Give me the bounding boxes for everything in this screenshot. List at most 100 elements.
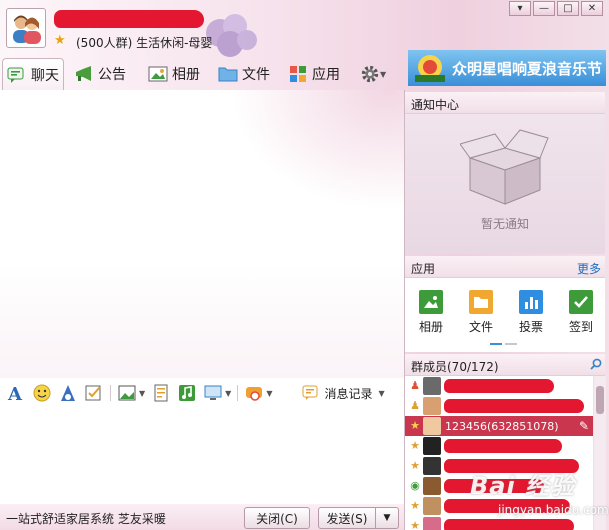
tab-album-label: 相册 [172, 67, 200, 83]
member-name-redacted [444, 379, 554, 393]
window-minimize-button[interactable]: — [533, 1, 555, 16]
history-chevron-icon: ▼ [378, 388, 385, 398]
app-checkin[interactable]: 签到 [559, 290, 603, 335]
owner-badge-icon: ♟ [410, 379, 420, 392]
group-gift-icon[interactable] [244, 383, 264, 403]
app-files[interactable]: 文件 [459, 290, 503, 335]
member-row[interactable]: ★ [405, 516, 593, 530]
member-name-redacted [444, 519, 574, 530]
promo-banner[interactable]: 众明星唱响夏浪音乐节 [408, 50, 606, 86]
avatar [423, 377, 441, 395]
tab-files-label: 文件 [242, 67, 270, 83]
apps-icon [288, 65, 308, 83]
message-input[interactable] [0, 408, 404, 504]
star-icon: ★ [410, 519, 420, 530]
tab-chat[interactable]: 聊天 [2, 58, 64, 90]
star-icon: ★ [410, 499, 420, 512]
message-history-label: 消息记录 [324, 386, 373, 401]
svg-text:A: A [7, 384, 23, 403]
screen-menu-chevron-icon[interactable]: ▼ [225, 389, 231, 398]
app-checkin-label: 签到 [568, 320, 593, 334]
watermark-url: jingyan.baidu.com [498, 503, 609, 517]
members-header: 群成员(70/172) [405, 354, 605, 376]
history-icon [300, 383, 320, 403]
tab-album[interactable]: 相册 [144, 58, 204, 90]
apps-pager[interactable] [490, 343, 517, 345]
folder-icon [469, 290, 493, 314]
empty-box-icon [460, 129, 549, 205]
tab-announcement-label: 公告 [98, 67, 126, 83]
star-icon: ★ [410, 419, 420, 432]
app-vote[interactable]: 投票 [509, 290, 553, 335]
message-history-button[interactable]: 消息记录 ▼ [300, 383, 385, 403]
emoji-icon[interactable] [32, 383, 52, 403]
admin-badge-icon: ♟ [410, 399, 420, 412]
notice-center-title: 通知中心 [411, 98, 460, 112]
settings-menu-button[interactable]: ▼ [356, 58, 390, 90]
toolbar-divider [110, 385, 111, 401]
font-icon[interactable]: A [6, 383, 26, 403]
member-row[interactable]: ★ [405, 436, 593, 456]
group-people-icon [13, 15, 41, 44]
star-icon: ★ [410, 439, 420, 452]
tab-apps[interactable]: 应用 [284, 58, 344, 90]
note-icon[interactable] [151, 383, 171, 403]
app-files-label: 文件 [468, 320, 493, 334]
shake-window-icon[interactable] [84, 383, 104, 403]
window-close-button[interactable]: ✕ [581, 1, 603, 16]
group-avatar[interactable] [6, 8, 46, 48]
member-list-scroll-thumb[interactable] [596, 386, 604, 414]
member-row[interactable]: ♟ [405, 376, 593, 396]
pager-dot[interactable] [505, 343, 517, 345]
apps-title: 应用 [411, 262, 436, 276]
tab-files[interactable]: 文件 [214, 58, 274, 90]
tab-announcement[interactable]: 公告 [70, 58, 130, 90]
screen-share-icon[interactable] [203, 383, 223, 403]
send-options-chevron-icon[interactable]: ▼ [375, 507, 399, 529]
app-vote-label: 投票 [518, 320, 543, 334]
image-menu-chevron-icon[interactable]: ▼ [139, 389, 145, 398]
window-controls: ▾ — □ ✕ [509, 1, 603, 16]
pager-dot-active[interactable] [490, 343, 502, 345]
watermark-text: Bai 经验 [470, 472, 576, 500]
member-name-redacted [444, 439, 562, 453]
window-maximize-button[interactable]: □ [557, 1, 579, 16]
app-album-label: 相册 [418, 320, 443, 334]
group-info-text: (500人群) 生活休闲-母婴 [76, 36, 213, 50]
close-button[interactable]: 关闭(C) [244, 507, 310, 529]
app-album[interactable]: 相册 [409, 290, 453, 335]
album-icon [148, 65, 168, 83]
avatar [423, 417, 441, 435]
avatar [423, 457, 441, 475]
gear-icon [360, 65, 380, 83]
magic-face-icon[interactable] [58, 383, 78, 403]
checkmark-icon [569, 290, 593, 314]
edit-icon[interactable]: ✎ [579, 419, 589, 433]
album-icon [419, 290, 443, 314]
window-menu-button[interactable]: ▾ [509, 1, 531, 16]
member-row-selected[interactable]: ★ 123456(632851078) ✎ [405, 416, 593, 436]
member-row[interactable]: ♟ [405, 396, 593, 416]
toolbar-divider [237, 385, 239, 401]
avatar [423, 437, 441, 455]
tab-bar: 聊天 公告 相册 文件 应用 ▼ [0, 58, 405, 90]
gift-menu-chevron-icon[interactable]: ▼ [266, 389, 272, 398]
send-image-icon[interactable] [117, 383, 137, 403]
folder-icon [218, 65, 238, 83]
member-name-redacted [444, 399, 584, 413]
bar-chart-icon [519, 290, 543, 314]
search-icon[interactable] [590, 358, 602, 370]
chevron-down-icon: ▼ [380, 69, 387, 79]
tab-apps-label: 应用 [312, 67, 340, 83]
apps-header: 应用 [405, 256, 605, 278]
notice-center-header: 通知中心 [405, 92, 605, 114]
chat-icon [7, 66, 27, 84]
send-button[interactable]: 发送(S) [318, 507, 376, 529]
bottom-ad-link[interactable]: 一站式舒适家居系统 芝友采暖 [6, 510, 166, 527]
banner-text: 众明星唱响夏浪音乐节 [452, 59, 603, 78]
avatar [423, 497, 441, 515]
group-name-redacted [54, 10, 204, 28]
tab-chat-label: 聊天 [31, 67, 59, 84]
apps-more-link[interactable]: 更多 [577, 260, 601, 277]
music-icon[interactable] [177, 383, 197, 403]
